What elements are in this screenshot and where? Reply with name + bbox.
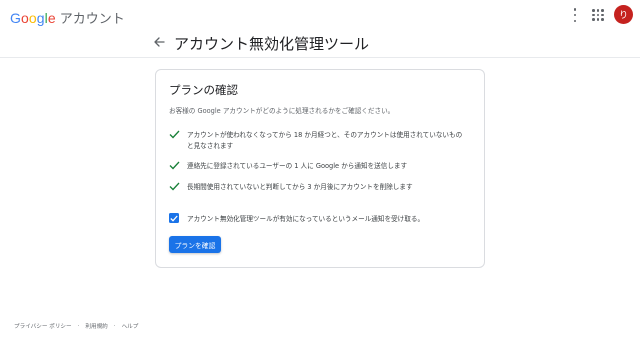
footer-separator: · [77,323,80,329]
list-item-text: アカウントが使われなくなってから 18 か月経つと、そのアカウントは使用されてい… [187,131,463,150]
google-account-logo[interactable]: Google アカウント [10,8,125,27]
list-item: 連絡先に登録されているユーザーの 1 人に Google から通知を送信します [169,161,467,172]
more-options-icon[interactable] [571,8,579,22]
plan-review-card: プランの確認 お客様の Google アカウントがどのように処理されるかをご確認… [155,69,485,268]
check-icon [169,130,180,139]
card-title: プランの確認 [169,83,238,97]
email-notification-option[interactable]: アカウント無効化管理ツールが有効になっているというメール通知を受け取る。 [169,213,424,223]
footer-separator: · [113,323,116,329]
card-subtitle: お客様の Google アカウントがどのように処理されるかをご確認ください。 [169,107,395,115]
product-name: アカウント [59,12,125,27]
list-item-text: 長期間使用されていないと判断してから 3 か月後にアカウントを削除します [187,183,413,191]
confirm-plan-button[interactable]: プランを確認 [169,236,221,253]
terms-link[interactable]: 利用規約 [85,322,107,330]
email-notification-checkbox[interactable] [169,213,179,223]
google-apps-icon[interactable] [592,9,604,21]
list-item-text: 連絡先に登録されているユーザーの 1 人に Google から通知を送信します [187,162,408,170]
avatar[interactable]: り [614,5,633,24]
list-item: アカウントが使われなくなってから 18 か月経つと、そのアカウントは使用されてい… [169,130,467,151]
check-icon [169,161,180,170]
privacy-policy-link[interactable]: プライバシー ポリシー [14,322,72,330]
google-wordmark: Google [10,10,56,26]
check-icon [169,182,180,191]
help-link[interactable]: ヘルプ [122,322,139,330]
back-arrow-icon[interactable] [153,35,165,49]
email-notification-label[interactable]: アカウント無効化管理ツールが有効になっているというメール通知を受け取る。 [187,213,424,223]
top-bar: Google アカウント り [0,0,640,32]
page-title: アカウント無効化管理ツール [174,35,370,53]
checkmark-icon [170,215,178,222]
footer: プライバシー ポリシー · 利用規約 · ヘルプ [14,322,138,330]
list-item: 長期間使用されていないと判断してから 3 か月後にアカウントを削除します [169,182,467,193]
